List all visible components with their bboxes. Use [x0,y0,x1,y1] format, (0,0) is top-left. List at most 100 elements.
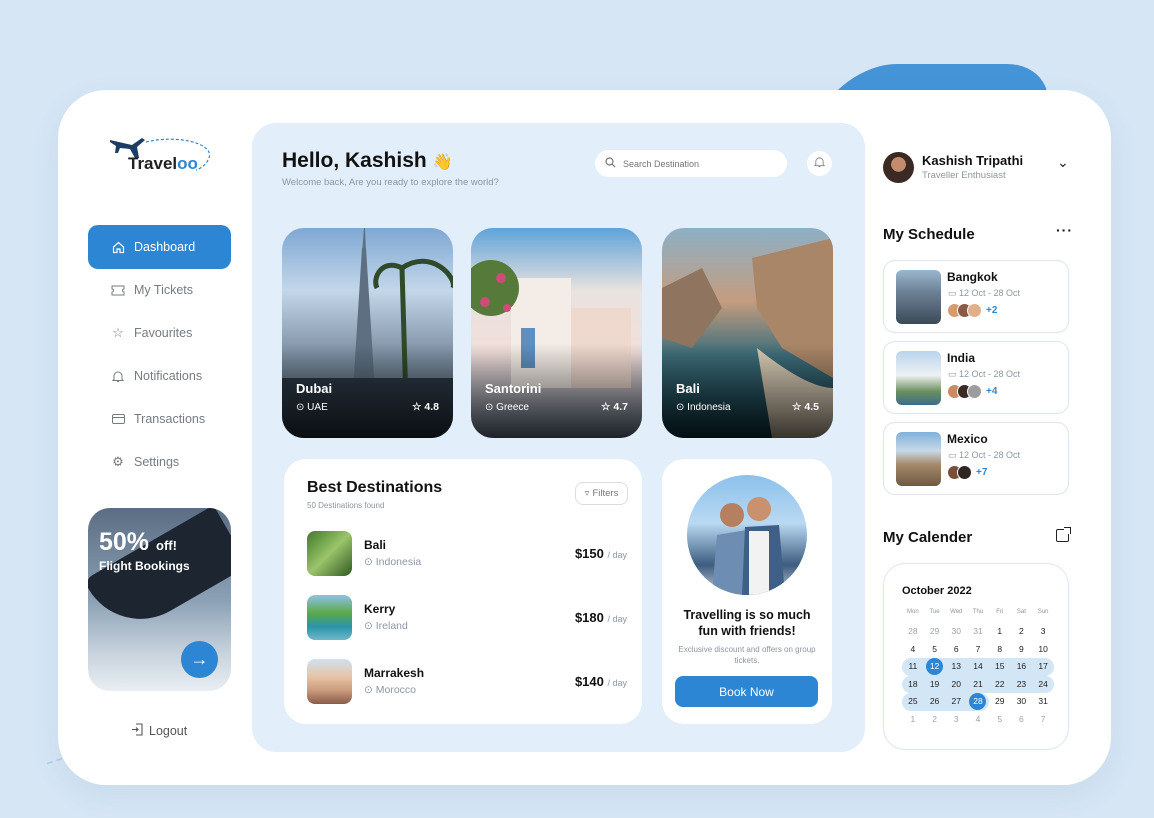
calendar-day[interactable]: 29 [989,693,1011,711]
logo[interactable]: Traveloo [108,130,218,175]
schedule-dates: ▭ 12 Oct - 28 Oct [948,288,1021,298]
pin-icon: ⊙ [364,556,373,568]
calendar-day[interactable]: 15 [988,658,1011,676]
star-icon: ☆ [412,401,422,413]
ticket-icon [110,285,126,296]
calendar-day[interactable]: 18 [902,675,924,694]
more-options-icon[interactable]: ··· [1056,222,1073,238]
calendar-day[interactable]: 12 [923,658,946,676]
destination-card-bali[interactable]: Bali ⊙ Indonesia ☆ 4.5 [662,228,833,438]
calendar-day[interactable]: 31 [1032,693,1054,711]
bell-icon [110,370,126,383]
bell-icon [813,156,826,171]
sidebar-item-favourites[interactable]: ☆ Favourites [88,311,231,355]
calendar-day[interactable]: 30 [1011,693,1033,711]
calendar-day[interactable]: 14 [967,658,989,676]
schedule-place: India [947,351,976,365]
calendar-day[interactable]: 8 [989,641,1011,659]
arrow-right-icon[interactable]: → [181,641,218,678]
calendar-day[interactable]: 23 [1010,675,1033,694]
avatar [957,465,972,480]
sidebar-item-transactions[interactable]: Transactions [88,397,231,441]
sidebar-item-label: Settings [134,455,180,469]
schedule-item[interactable]: Bangkok ▭ 12 Oct - 28 Oct +2 [883,260,1069,333]
calendar-day[interactable]: 1 [902,711,924,729]
calendar-day[interactable]: 2 [924,711,946,729]
calendar-day[interactable]: 16 [1010,658,1033,676]
user-name: Kashish Tripathi [922,153,1024,168]
destination-name: Dubai [296,381,333,396]
calendar-day[interactable]: 21 [967,675,989,694]
calendar-day[interactable]: 24 [1032,675,1054,694]
calendar-day[interactable]: 1 [989,623,1011,641]
calendar-day[interactable]: 17 [1032,658,1054,676]
calendar-widget: October 2022 Mon Tue Wed Thu Fri Sat Sun 28 29 30… [883,563,1069,750]
calendar-day[interactable]: 9 [1011,641,1033,659]
flight-promo-card[interactable]: 50% off! Flight Bookings → [88,508,231,691]
external-link-icon[interactable] [1056,527,1071,542]
participants-more: +4 [986,386,998,397]
sidebar-item-dashboard[interactable]: Dashboard [88,225,231,269]
calendar-day[interactable]: 4 [967,711,989,729]
notification-bell-button[interactable] [807,151,832,176]
schedule-thumb [896,351,941,405]
calendar-day[interactable]: 11 [902,658,924,676]
calendar-icon: ▭ [948,450,957,460]
calendar-day[interactable]: 28 [902,623,924,641]
calendar-day[interactable]: 10 [1032,641,1054,659]
calendar-day[interactable]: 26 [923,693,946,711]
calendar-day[interactable]: 13 [945,658,968,676]
destination-name: Bali [364,538,387,552]
sidebar-item-settings[interactable]: ⚙ Settings [88,440,231,484]
search-input[interactable] [623,158,773,169]
filters-button[interactable]: ▿ Filters [575,482,628,505]
sidebar-item-my-tickets[interactable]: My Tickets [88,268,231,312]
calendar-weekday: Mon [907,609,919,615]
chevron-down-icon[interactable]: ⌄ [1057,154,1069,171]
destination-thumb [307,595,352,640]
search-bar[interactable] [595,150,787,177]
card-icon [110,414,126,424]
list-item[interactable]: Bali ⊙ Indonesia $150 / day [307,531,627,576]
destination-card-dubai[interactable]: Dubai ⊙ UAE ☆ 4.8 [282,228,453,438]
schedule-title: My Schedule [883,226,975,243]
schedule-item[interactable]: India ▭ 12 Oct - 28 Oct +4 [883,341,1069,414]
list-item[interactable]: Marrakesh ⊙ Morocco $140 / day [307,659,627,704]
sidebar-item-notifications[interactable]: Notifications [88,354,231,398]
calendar-day[interactable]: 5 [989,711,1011,729]
calendar-day[interactable]: 3 [945,711,967,729]
calendar-day[interactable]: 25 [902,693,924,711]
calendar-day[interactable]: 31 [967,623,989,641]
calendar-day[interactable]: 30 [945,623,967,641]
sidebar-nav: Dashboard My Tickets ☆ Favourites Notifi… [88,225,231,483]
logout-icon [131,723,143,739]
schedule-thumb [896,270,941,324]
list-item[interactable]: Kerry ⊙ Ireland $180 / day [307,595,627,640]
calendar-weekday: Fri [996,609,1004,615]
calendar-day[interactable]: 7 [1032,711,1054,729]
calendar-day[interactable]: 19 [923,675,946,694]
calendar-day[interactable]: 20 [945,675,968,694]
calendar-weekday: Tue [929,609,940,615]
destination-card-santorini[interactable]: Santorini ⊙ Greece ☆ 4.7 [471,228,642,438]
user-role: Traveller Enthusiast [922,170,1006,181]
book-now-button[interactable]: Book Now [675,676,818,707]
calendar-day[interactable]: 7 [967,641,989,659]
calendar-day[interactable]: 6 [945,641,967,659]
calendar-day[interactable]: 22 [988,675,1011,694]
user-profile[interactable]: Kashish Tripathi Traveller Enthusiast ⌄ [883,152,1073,184]
destination-name: Bali [676,381,700,396]
selected-day-marker: 12 [926,658,944,676]
sidebar-item-label: Notifications [134,369,203,383]
calendar-day[interactable]: 4 [902,641,924,659]
calendar-day[interactable]: 29 [924,623,946,641]
calendar-day[interactable]: 5 [924,641,946,659]
calendar-day[interactable]: 28 [967,693,989,711]
schedule-item[interactable]: Mexico ▭ 12 Oct - 28 Oct +7 [883,422,1069,495]
calendar-day[interactable]: 27 [945,693,968,711]
calendar-day[interactable]: 2 [1011,623,1033,641]
avatar [967,303,982,318]
calendar-day[interactable]: 3 [1032,623,1054,641]
calendar-day[interactable]: 6 [1011,711,1033,729]
logout-button[interactable]: Logout [131,723,187,739]
